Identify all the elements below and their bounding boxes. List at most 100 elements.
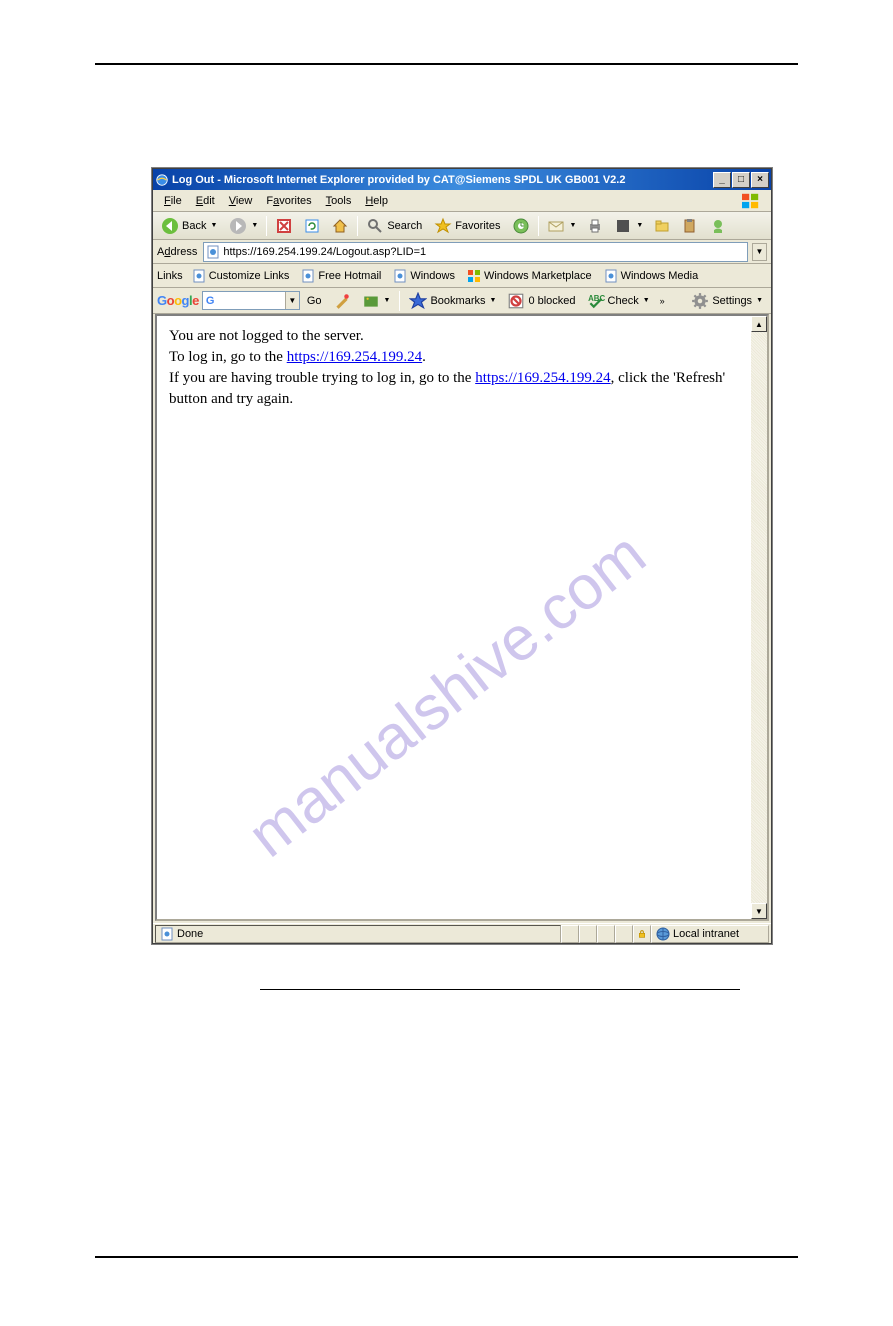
page-divider-bottom <box>95 1256 798 1258</box>
page-icon <box>393 269 407 283</box>
stop-icon <box>275 217 293 235</box>
caption-divider <box>260 989 740 990</box>
messenger-button[interactable] <box>705 215 731 237</box>
status-pane-1 <box>561 925 579 943</box>
link-media[interactable]: Windows Media <box>601 267 702 285</box>
status-pane-2 <box>579 925 597 943</box>
chevron-down-icon: ▼ <box>643 297 650 304</box>
status-pane-3 <box>597 925 615 943</box>
menu-file[interactable]: File <box>157 193 189 209</box>
google-options-button[interactable] <box>329 290 355 312</box>
back-icon <box>161 217 179 235</box>
browser-window: Log Out - Microsoft Internet Explorer pr… <box>152 168 772 944</box>
login-link-2[interactable]: https://169.254.199.24 <box>475 370 610 386</box>
window-controls: _ □ × <box>713 172 769 188</box>
mail-button[interactable]: ▼ <box>543 215 580 237</box>
google-go-button[interactable]: Go <box>303 293 326 309</box>
chevron-right-icon[interactable]: » <box>657 296 668 306</box>
chevron-down-icon: ▼ <box>251 222 258 229</box>
folder-icon <box>653 217 671 235</box>
link-marketplace[interactable]: Windows Marketplace <box>464 267 595 285</box>
google-bookmarks-button[interactable]: Bookmarks▼ <box>405 290 500 312</box>
minimize-button[interactable]: _ <box>713 172 731 188</box>
search-button[interactable]: Search <box>362 215 428 237</box>
menu-edit[interactable]: Edit <box>189 193 222 209</box>
address-input[interactable] <box>223 246 745 258</box>
link-customize[interactable]: Customize Links <box>189 267 293 285</box>
address-input-wrapper <box>203 242 748 262</box>
edit-button[interactable]: ▼ <box>610 215 647 237</box>
chevron-down-icon: ▼ <box>569 222 576 229</box>
separator <box>357 216 358 236</box>
google-search-dropdown[interactable]: ▼ <box>285 292 299 309</box>
share-icon <box>362 292 380 310</box>
zone-text: Local intranet <box>673 928 739 940</box>
scroll-up-button[interactable]: ▲ <box>751 316 767 332</box>
status-text-pane: Done <box>155 925 561 943</box>
back-button[interactable]: Back ▼ <box>157 215 223 237</box>
content-frame: You are not logged to the server. To log… <box>155 314 769 921</box>
google-settings-button[interactable]: Settings▼ <box>687 290 767 312</box>
lock-icon <box>638 928 646 940</box>
menu-view[interactable]: View <box>222 193 260 209</box>
search-label: Search <box>387 220 422 232</box>
maximize-button[interactable]: □ <box>732 172 750 188</box>
page-icon <box>206 245 220 259</box>
link-hotmail[interactable]: Free Hotmail <box>298 267 384 285</box>
refresh-button[interactable] <box>299 215 325 237</box>
home-button[interactable] <box>327 215 353 237</box>
vertical-scrollbar[interactable]: ▲ ▼ <box>751 316 767 919</box>
chevron-down-icon: ▼ <box>210 222 217 229</box>
favorites-button[interactable]: Favorites <box>430 215 506 237</box>
history-icon <box>512 217 530 235</box>
stop-button[interactable] <box>271 215 297 237</box>
history-button[interactable] <box>508 215 534 237</box>
links-label: Links <box>157 270 183 282</box>
intranet-icon <box>656 927 670 941</box>
google-logo: Google <box>157 293 199 308</box>
address-label: Address <box>157 246 199 258</box>
content-line-2: To log in, go to the https://169.254.199… <box>169 347 739 368</box>
scroll-down-button[interactable]: ▼ <box>751 903 767 919</box>
forward-icon <box>229 217 247 235</box>
back-label: Back <box>182 220 206 232</box>
titlebar: Log Out - Microsoft Internet Explorer pr… <box>153 169 771 190</box>
status-text: Done <box>177 928 203 940</box>
messenger-icon <box>709 217 727 235</box>
link-windows[interactable]: Windows <box>390 267 458 285</box>
gear-icon <box>691 292 709 310</box>
google-blocked-button[interactable]: 0 blocked <box>503 290 579 312</box>
menu-help[interactable]: Help <box>358 193 395 209</box>
separator <box>399 291 400 311</box>
discuss-button[interactable] <box>649 215 675 237</box>
wand-icon <box>333 292 351 310</box>
google-share-button[interactable]: ▼ <box>358 290 395 312</box>
page-content: You are not logged to the server. To log… <box>157 316 751 919</box>
menu-favorites[interactable]: Favorites <box>259 193 318 209</box>
address-dropdown-button[interactable]: ▼ <box>752 243 767 261</box>
ie-icon <box>155 173 169 187</box>
login-link-1[interactable]: https://169.254.199.24 <box>287 349 422 365</box>
statusbar: Done Local intranet <box>153 923 771 943</box>
menu-tools[interactable]: Tools <box>319 193 359 209</box>
page-icon <box>192 269 206 283</box>
status-lock-pane <box>633 925 651 943</box>
google-search-input[interactable]: G ▼ <box>202 291 300 310</box>
research-button[interactable] <box>677 215 703 237</box>
star-icon <box>409 292 427 310</box>
menubar: File Edit View Favorites Tools Help <box>153 190 771 212</box>
refresh-icon <box>303 217 321 235</box>
star-icon <box>434 217 452 235</box>
google-g-icon: G <box>203 295 218 307</box>
clipboard-icon <box>681 217 699 235</box>
google-toolbar: Google G ▼ Go ▼ Bookmarks▼ 0 blocked ABC… <box>153 288 771 314</box>
content-line-1: You are not logged to the server. <box>169 326 739 347</box>
edit-icon <box>614 217 632 235</box>
forward-button[interactable]: ▼ <box>225 215 262 237</box>
scroll-track[interactable] <box>751 332 767 903</box>
google-check-button[interactable]: ABCCheck▼ <box>583 290 654 312</box>
print-button[interactable] <box>582 215 608 237</box>
page-icon <box>301 269 315 283</box>
window-title: Log Out - Microsoft Internet Explorer pr… <box>172 174 713 186</box>
close-button[interactable]: × <box>751 172 769 188</box>
